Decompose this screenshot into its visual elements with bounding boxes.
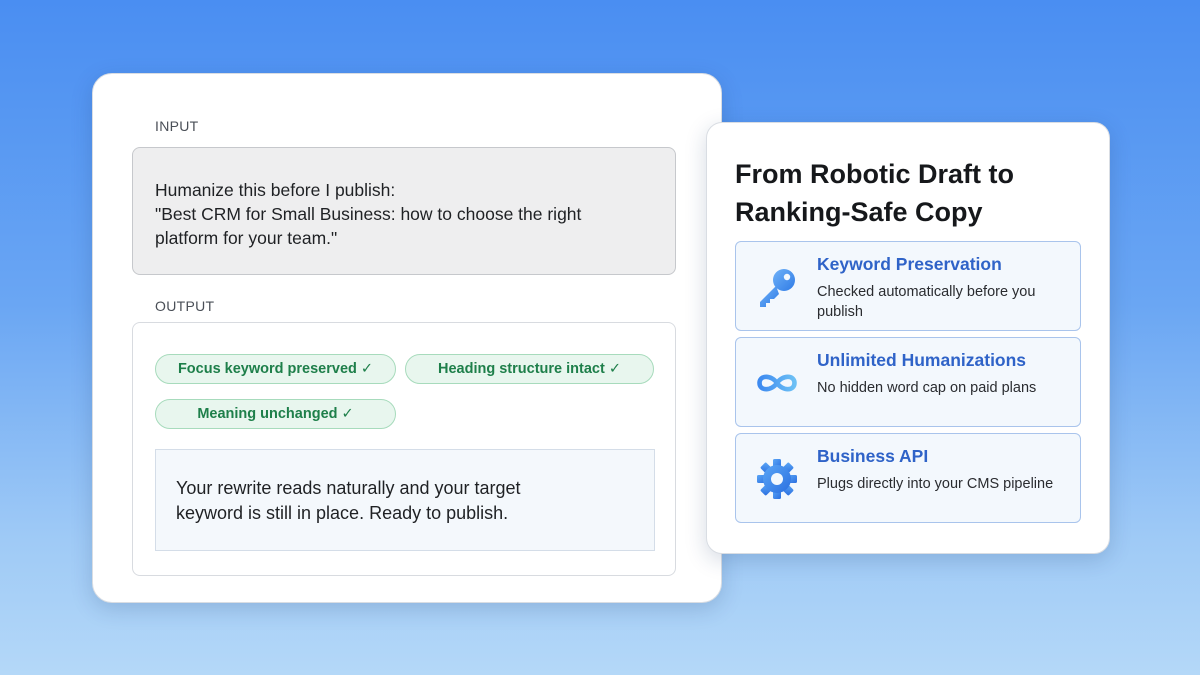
humanizer-demo-card: INPUT Humanize this before I publish: "B…	[92, 73, 722, 603]
feature-unlimited-humanizations: Unlimited Humanizations No hidden word c…	[735, 337, 1081, 427]
input-prompt-line: platform for your team."	[155, 228, 338, 248]
features-title: From Robotic Draft to Ranking-Safe Copy	[735, 159, 1014, 227]
features-card: From Robotic Draft to Ranking-Safe Copy …	[706, 122, 1110, 554]
check-badge-focus-keyword: Focus keyword preserved ✓	[155, 354, 396, 384]
feature-title: Business API	[817, 446, 929, 466]
key-icon	[754, 264, 800, 310]
feature-description: Plugs directly into your CMS pipeline	[817, 476, 1054, 492]
feature-keyword-preservation: Keyword Preservation Checked automatical…	[735, 241, 1081, 331]
result-line: keyword is still in place. Ready to publ…	[176, 503, 509, 523]
output-label: OUTPUT	[155, 298, 215, 314]
feature-business-api: Business API Plugs directly into your CM…	[735, 433, 1081, 523]
check-badge-heading-structure: Heading structure intact ✓	[405, 354, 654, 384]
feature-description: No hidden word cap on paid plans	[817, 380, 1037, 396]
input-text-box[interactable]: Humanize this before I publish: "Best CR…	[132, 147, 676, 275]
infinity-icon	[754, 360, 800, 406]
result-line: Your rewrite reads naturally and your ta…	[176, 478, 521, 498]
feature-title: Keyword Preservation	[817, 254, 1002, 274]
input-label: INPUT	[155, 118, 199, 134]
output-box: Focus keyword preserved ✓ Heading struct…	[132, 322, 676, 576]
feature-description: Checked automatically before you publish	[817, 284, 1036, 320]
input-prompt-line: "Best CRM for Small Business: how to cho…	[155, 204, 582, 224]
gear-icon	[754, 456, 800, 502]
input-prompt-line: Humanize this before I publish:	[155, 180, 396, 200]
rewrite-result-text: Your rewrite reads naturally and your ta…	[155, 449, 655, 551]
check-badge-meaning: Meaning unchanged ✓	[155, 399, 396, 429]
feature-title: Unlimited Humanizations	[817, 350, 1027, 370]
